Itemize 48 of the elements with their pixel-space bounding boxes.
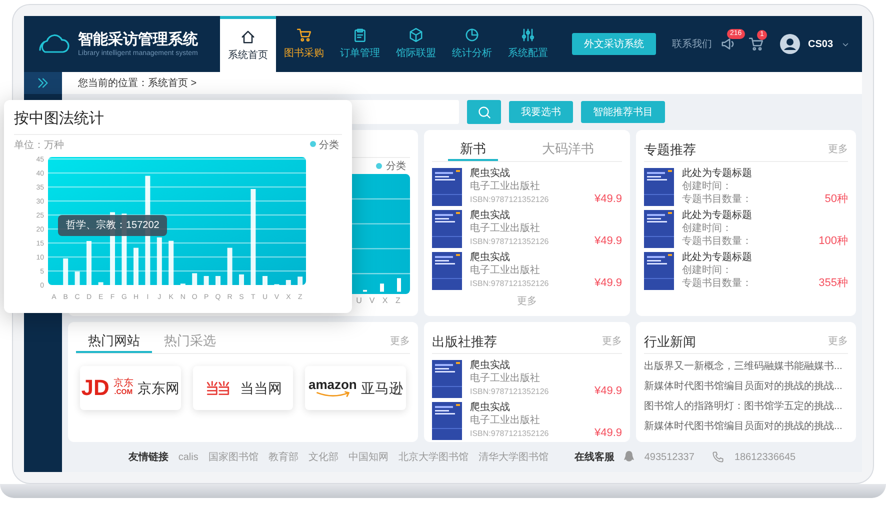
axis-title: 单位：万种 [14,140,64,151]
popup-title: 按中图法统计 [14,109,105,129]
qq-number: 493512337 [644,450,694,464]
isbn: ISBN:9787121352126 [470,278,549,290]
book-count: 100种 [818,235,848,248]
card-title: 行业新闻 [644,332,696,351]
publisher-name: 电子工业出版社 [470,180,541,192]
site-name: 当当网 [240,378,282,398]
axis-label: V [368,295,376,307]
price: ¥49.9 [594,193,622,206]
publisher-name: 电子工业出版社 [470,222,541,234]
footer-label: 友情链接 [128,450,168,464]
isbn: ISBN:9787121352126 [470,386,549,398]
count-label: 专题书目数量： [682,236,752,248]
axis-label: U [355,295,363,307]
card-title: 专题推荐 [644,140,696,159]
book-count: 50种 [824,193,848,206]
phone-number: 18612336645 [734,450,796,464]
publisher-name: 电子工业出版社 [470,264,541,276]
count-label: 专题书目数量： [682,194,752,206]
logo-text: JD [81,377,110,399]
price: ¥49.9 [594,277,622,290]
price: ¥49.9 [594,427,622,440]
isbn: ISBN:9787121352126 [470,194,549,206]
publisher-name: 电子工业出版社 [470,372,541,384]
chart-tooltip: 哲学、宗教：157202 [58,215,168,236]
legend-label: 分类 [386,160,406,174]
isbn: ISBN:9787121352126 [470,428,549,440]
site-name: 京东网 [137,378,180,398]
isbn: ISBN:9787121352126 [470,236,549,248]
book-count: 355种 [818,277,848,290]
logo-text: 京东 [113,379,134,389]
legend-label: 分类 [319,140,339,151]
card-title: 出版社推荐 [432,332,497,351]
breadcrumb: 您当前的位置：系统首页 > [78,76,197,90]
count-label: 专题书目数量： [682,278,752,290]
price: ¥49.9 [594,385,622,398]
axis-label: Z [394,295,402,307]
app-title: 智能采访管理系统 [78,30,198,48]
created-label: 创建时间： [682,222,733,234]
price: ¥49.9 [594,235,622,248]
created-label: 创建时间： [682,180,733,192]
logo-text: amazon [308,378,357,391]
created-label: 创建时间： [682,264,733,276]
site-name: 亚马逊 [360,378,403,398]
footer-label: 在线客服 [574,450,614,464]
axis-label: X [381,295,389,307]
publisher-name: 电子工业出版社 [470,414,541,426]
